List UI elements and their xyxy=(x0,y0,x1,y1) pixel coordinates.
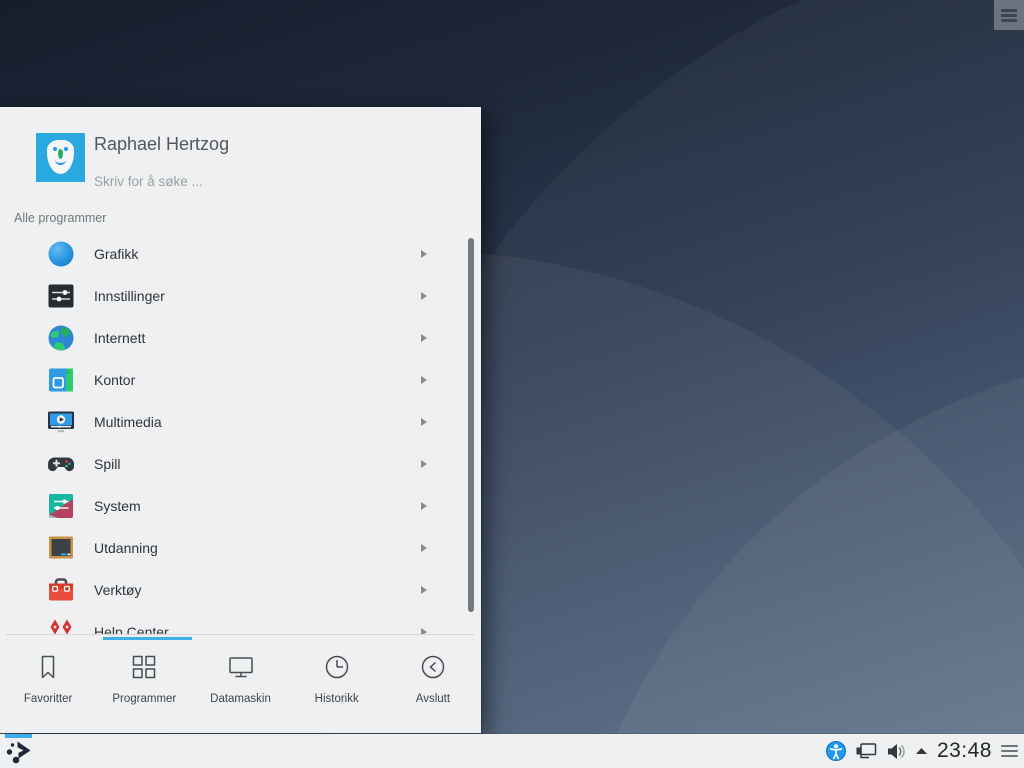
active-tab-indicator xyxy=(103,637,192,640)
category-item-grafikk[interactable]: Grafikk xyxy=(0,233,481,275)
kali-launcher-icon xyxy=(5,739,35,765)
search-input[interactable]: Skriv for å søke ... xyxy=(94,174,203,189)
audio-volume-icon[interactable] xyxy=(886,743,906,760)
multimedia-icon xyxy=(47,408,75,436)
settings-icon xyxy=(47,282,75,310)
utilities-icon xyxy=(47,576,75,604)
desktop[interactable]: Raphael Hertzog Skriv for å søke ... All… xyxy=(0,0,1024,768)
wallpaper-arc xyxy=(560,350,1024,768)
computer-icon xyxy=(226,652,256,682)
tab-favoritter[interactable]: Favoritter xyxy=(0,643,96,733)
category-label: Multimedia xyxy=(94,414,162,430)
chevron-right-icon xyxy=(421,250,427,258)
games-icon xyxy=(47,450,75,478)
active-task-indicator xyxy=(5,734,32,738)
user-name: Raphael Hertzog xyxy=(94,134,229,155)
chevron-right-icon xyxy=(421,460,427,468)
category-item-multimedia[interactable]: Multimedia xyxy=(0,401,481,443)
tab-avslutt[interactable]: Avslutt xyxy=(385,643,481,733)
tab-historikk[interactable]: Historikk xyxy=(289,643,385,733)
panel-menu-icon[interactable] xyxy=(1001,742,1018,760)
help-icon xyxy=(47,618,75,634)
digital-clock[interactable]: 23:48 xyxy=(937,739,992,763)
expand-tray-icon[interactable] xyxy=(915,747,928,755)
category-label: Internett xyxy=(94,330,145,346)
internet-icon xyxy=(47,324,75,352)
scrollbar[interactable] xyxy=(468,238,474,612)
system-icon xyxy=(47,492,75,520)
tab-datamaskin[interactable]: Datamaskin xyxy=(192,643,288,733)
category-label: Spill xyxy=(94,456,120,472)
category-item-utdanning[interactable]: Utdanning xyxy=(0,527,481,569)
category-item-internett[interactable]: Internett xyxy=(0,317,481,359)
category-label: Help Center xyxy=(94,624,169,634)
chevron-right-icon xyxy=(421,292,427,300)
category-item-spill[interactable]: Spill xyxy=(0,443,481,485)
category-item-system[interactable]: System xyxy=(0,485,481,527)
graphics-icon xyxy=(47,240,75,268)
category-item-verktoy[interactable]: Verktøy xyxy=(0,569,481,611)
category-label: System xyxy=(94,498,141,514)
accessibility-icon[interactable] xyxy=(826,741,846,761)
application-launcher-button[interactable] xyxy=(3,734,37,768)
category-list: Grafikk Innstillinger xyxy=(0,233,481,634)
hamburger-icon xyxy=(1001,7,1017,24)
chevron-right-icon xyxy=(421,586,427,594)
clock-icon xyxy=(322,652,352,682)
tab-programmer[interactable]: Programmer xyxy=(96,643,192,733)
category-label: Grafikk xyxy=(94,246,138,262)
category-label: Innstillinger xyxy=(94,288,165,304)
category-item-innstillinger[interactable]: Innstillinger xyxy=(0,275,481,317)
panel: 23:48 xyxy=(0,734,1024,768)
category-item-help-center[interactable]: Help Center xyxy=(0,611,481,634)
office-icon xyxy=(47,366,75,394)
category-item-kontor[interactable]: Kontor xyxy=(0,359,481,401)
chevron-right-icon xyxy=(421,334,427,342)
leave-circle-icon xyxy=(418,652,448,682)
system-tray: 23:48 xyxy=(826,734,1018,768)
category-label: Utdanning xyxy=(94,540,158,556)
kickoff-menu: Raphael Hertzog Skriv for å søke ... All… xyxy=(0,107,481,733)
chevron-right-icon xyxy=(421,418,427,426)
category-label: Verktøy xyxy=(94,582,141,598)
user-face-icon xyxy=(47,140,74,174)
section-label: Alle programmer xyxy=(14,211,106,225)
education-icon xyxy=(47,534,75,562)
desktop-toolbox-button[interactable] xyxy=(994,0,1024,30)
kickoff-tabbar: Favoritter Programmer Datamaskin xyxy=(0,643,481,733)
app-grid-icon xyxy=(129,652,159,682)
user-avatar[interactable] xyxy=(36,133,85,182)
chevron-right-icon xyxy=(421,544,427,552)
tabbar-divider xyxy=(6,634,474,635)
bookmark-icon xyxy=(33,652,63,682)
category-label: Kontor xyxy=(94,372,135,388)
chevron-right-icon xyxy=(421,376,427,384)
network-icon[interactable] xyxy=(855,742,877,761)
chevron-right-icon xyxy=(421,502,427,510)
